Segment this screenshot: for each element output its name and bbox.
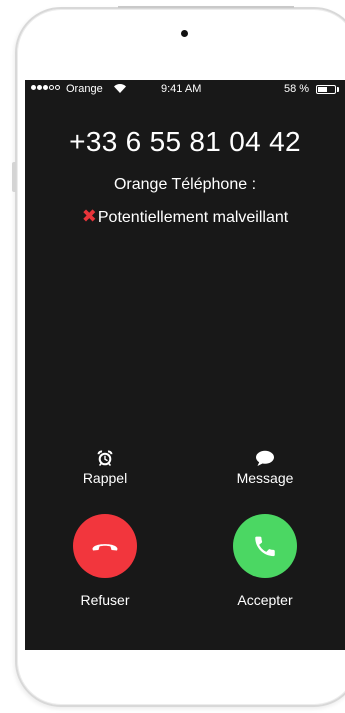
caller-source-label: Orange Téléphone : [113, 176, 257, 193]
battery-icon [316, 85, 336, 94]
battery-level [318, 87, 327, 92]
phone-top-edge [118, 6, 294, 8]
spam-warning: ✖Potentiellement malveillant [25, 206, 345, 227]
phone-hangup-icon [92, 544, 118, 551]
battery-percentage: 58 % [284, 83, 310, 95]
signal-dot [37, 85, 42, 90]
phone-icon [255, 536, 275, 557]
remind-me-button[interactable]: Rappel [50, 448, 160, 486]
camera-icon [181, 30, 188, 37]
status-time: 9:41 AM [161, 83, 202, 95]
message-label: Message [236, 470, 294, 486]
remind-me-label: Rappel [82, 470, 128, 486]
signal-strength-icon [31, 85, 60, 90]
carrier-name: Orange [66, 83, 103, 95]
accept-call-button[interactable] [233, 514, 297, 578]
battery-tip [337, 87, 339, 92]
caller-number: +33 6 55 81 04 42 [69, 126, 301, 157]
signal-dot [55, 85, 60, 90]
wifi-icon [114, 84, 126, 93]
alarm-clock-icon [50, 448, 160, 468]
spam-warning-label: Potentiellement malveillant [97, 209, 289, 226]
speech-bubble-icon [210, 448, 320, 468]
red-x-icon: ✖ [81, 206, 97, 226]
signal-dot [43, 85, 48, 90]
decline-call-label: Refuser [80, 592, 130, 608]
phone-side-button [12, 162, 16, 192]
signal-dot [31, 85, 36, 90]
message-button[interactable]: Message [210, 448, 320, 486]
decline-call-button[interactable] [73, 514, 137, 578]
status-bar: Orange 9:41 AM 58 % [25, 80, 345, 99]
incoming-call-screen: Orange 9:41 AM 58 % +33 6 55 81 04 42 Or… [25, 80, 345, 650]
signal-dot [49, 85, 54, 90]
accept-call-label: Accepter [237, 592, 293, 608]
